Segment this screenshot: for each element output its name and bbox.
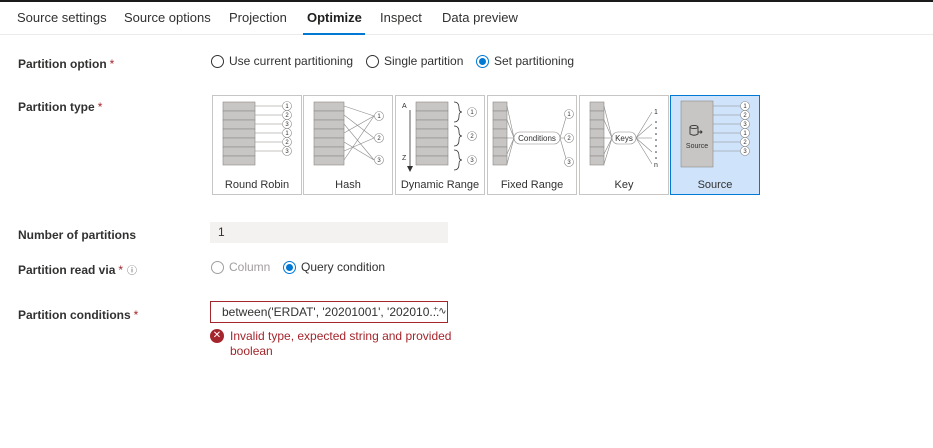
- expression-builder-icon[interactable]: ⁺∿: [433, 306, 447, 317]
- radio-column: Column: [211, 260, 270, 274]
- tab-optimize[interactable]: Optimize: [307, 10, 362, 25]
- radio-query-condition[interactable]: Query condition: [283, 260, 385, 274]
- tab-projection[interactable]: Projection: [229, 10, 287, 25]
- tab-source-settings[interactable]: Source settings: [17, 10, 107, 25]
- info-icon[interactable]: ⓘ: [127, 266, 137, 277]
- key-diagram-icon: Keys 1 n: [589, 101, 658, 169]
- radio-circle-disabled: [211, 260, 224, 274]
- card-source[interactable]: Source 123 123 Source: [670, 95, 760, 195]
- partition-conditions-input[interactable]: between('ERDAT', '20201001', '202010...: [210, 301, 448, 323]
- partition-type-label: Partition type *: [18, 100, 103, 114]
- card-key[interactable]: Keys 1 n Key: [579, 95, 669, 195]
- card-label: Dynamic Range: [400, 179, 480, 191]
- tab-bar: Source settings Source options Projectio…: [0, 2, 933, 35]
- round-robin-diagram-icon: 123 123: [222, 101, 292, 166]
- card-dynamic-range[interactable]: AZ 123 Dynamic Range: [395, 95, 485, 195]
- partition-read-via-label: Partition read via * ⓘ: [18, 263, 138, 277]
- partition-conditions-label: Partition conditions *: [18, 308, 139, 322]
- card-label: Round Robin: [224, 179, 290, 191]
- card-label: Fixed Range: [500, 179, 564, 191]
- active-tab-indicator: [303, 33, 365, 35]
- error-icon: ✕: [210, 329, 224, 343]
- radio-circle-selected[interactable]: [476, 54, 489, 68]
- number-of-partitions-input[interactable]: 1: [210, 222, 448, 243]
- error-message: Invalid type, expected string and provid…: [230, 329, 452, 358]
- radio-use-current-partitioning[interactable]: Use current partitioning: [211, 54, 353, 68]
- radio-circle[interactable]: [211, 54, 224, 68]
- card-round-robin[interactable]: 123 123 Round Robin: [212, 95, 302, 195]
- radio-single-partition[interactable]: Single partition: [366, 54, 463, 68]
- svg-text:Conditions: Conditions: [518, 134, 556, 143]
- tab-source-options[interactable]: Source options: [124, 10, 211, 25]
- card-fixed-range[interactable]: Conditions 123 Fixed Range: [487, 95, 577, 195]
- card-label: Key: [614, 179, 634, 191]
- card-label: Hash: [335, 179, 361, 191]
- card-hash[interactable]: 123 Hash: [303, 95, 393, 195]
- card-label: Source: [697, 179, 733, 191]
- tab-inspect[interactable]: Inspect: [380, 10, 422, 25]
- radio-set-partitioning[interactable]: Set partitioning: [476, 54, 574, 68]
- partition-option-label: Partition option *: [18, 57, 115, 71]
- svg-text:n: n: [654, 162, 658, 169]
- svg-text:A: A: [402, 103, 407, 110]
- tab-data-preview[interactable]: Data preview: [442, 10, 518, 25]
- svg-text:Keys: Keys: [615, 134, 633, 143]
- svg-text:Z: Z: [402, 155, 407, 162]
- fixed-range-diagram-icon: Conditions 123: [492, 101, 574, 167]
- radio-circle[interactable]: [366, 54, 379, 68]
- source-diagram-icon: Source 123 123: [680, 100, 750, 168]
- hash-diagram-icon: 123: [313, 101, 384, 166]
- svg-text:Source: Source: [686, 143, 708, 150]
- dynamic-range-diagram-icon: AZ 123: [402, 101, 477, 172]
- svg-text:1: 1: [654, 109, 658, 116]
- number-of-partitions-label: Number of partitions: [18, 228, 137, 242]
- radio-circle-selected[interactable]: [283, 260, 296, 274]
